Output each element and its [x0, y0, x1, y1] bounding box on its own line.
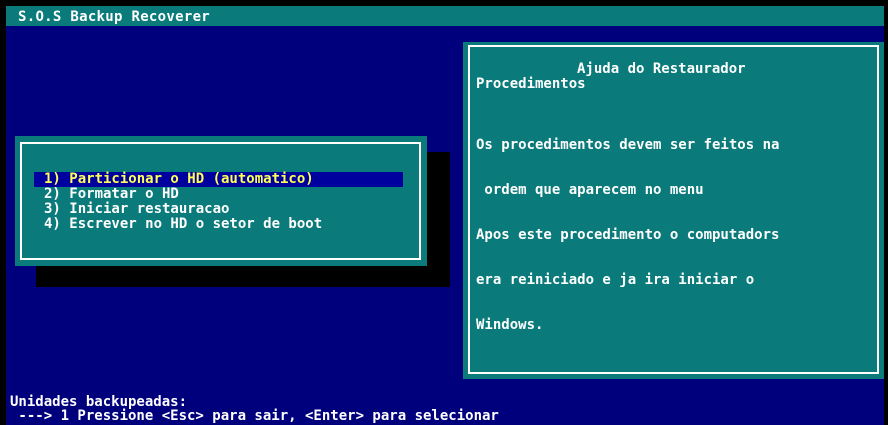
- help-line: Os procedimentos devem ser feitos na: [476, 137, 780, 153]
- status-bar: Unidades backupeadas: ---> 1 Pressione <…: [6, 382, 884, 425]
- main-menu: 1) Particionar o HD (automatico) 2) Form…: [15, 136, 427, 266]
- help-line: Windows.: [476, 317, 544, 333]
- help-title: Ajuda do Restaurador: [577, 61, 746, 77]
- menu-item-particionar[interactable]: 1) Particionar o HD (automatico): [34, 172, 403, 187]
- dos-screen: S.O.S Backup Recoverer 1) Particionar o …: [0, 0, 888, 425]
- help-line: era reiniciado e ja ira iniciar o: [476, 272, 755, 288]
- title-bar: S.O.S Backup Recoverer: [6, 6, 884, 26]
- status-instructions: ---> 1 Pressione <Esc> para sair, <Enter…: [10, 408, 499, 424]
- help-line: ordem que aparecem no menu: [476, 182, 704, 198]
- desktop-background: 1) Particionar o HD (automatico) 2) Form…: [6, 26, 884, 382]
- help-body: Os procedimentos devem ser feitos na ord…: [476, 108, 779, 363]
- help-line: Apos este procedimento o computadors: [476, 227, 780, 243]
- help-subtitle: Procedimentos: [476, 76, 586, 92]
- help-panel: Ajuda do Restaurador Procedimentos Os pr…: [463, 42, 884, 379]
- menu-item-setor-boot[interactable]: 4) Escrever no HD o setor de boot: [34, 217, 322, 232]
- status-units-label: Unidades backupeadas:: [10, 394, 188, 410]
- app-title: S.O.S Backup Recoverer: [18, 9, 211, 25]
- menu-item-restauracao[interactable]: 3) Iniciar restauracao: [34, 202, 229, 217]
- menu-item-formatar[interactable]: 2) Formatar o HD: [34, 187, 179, 202]
